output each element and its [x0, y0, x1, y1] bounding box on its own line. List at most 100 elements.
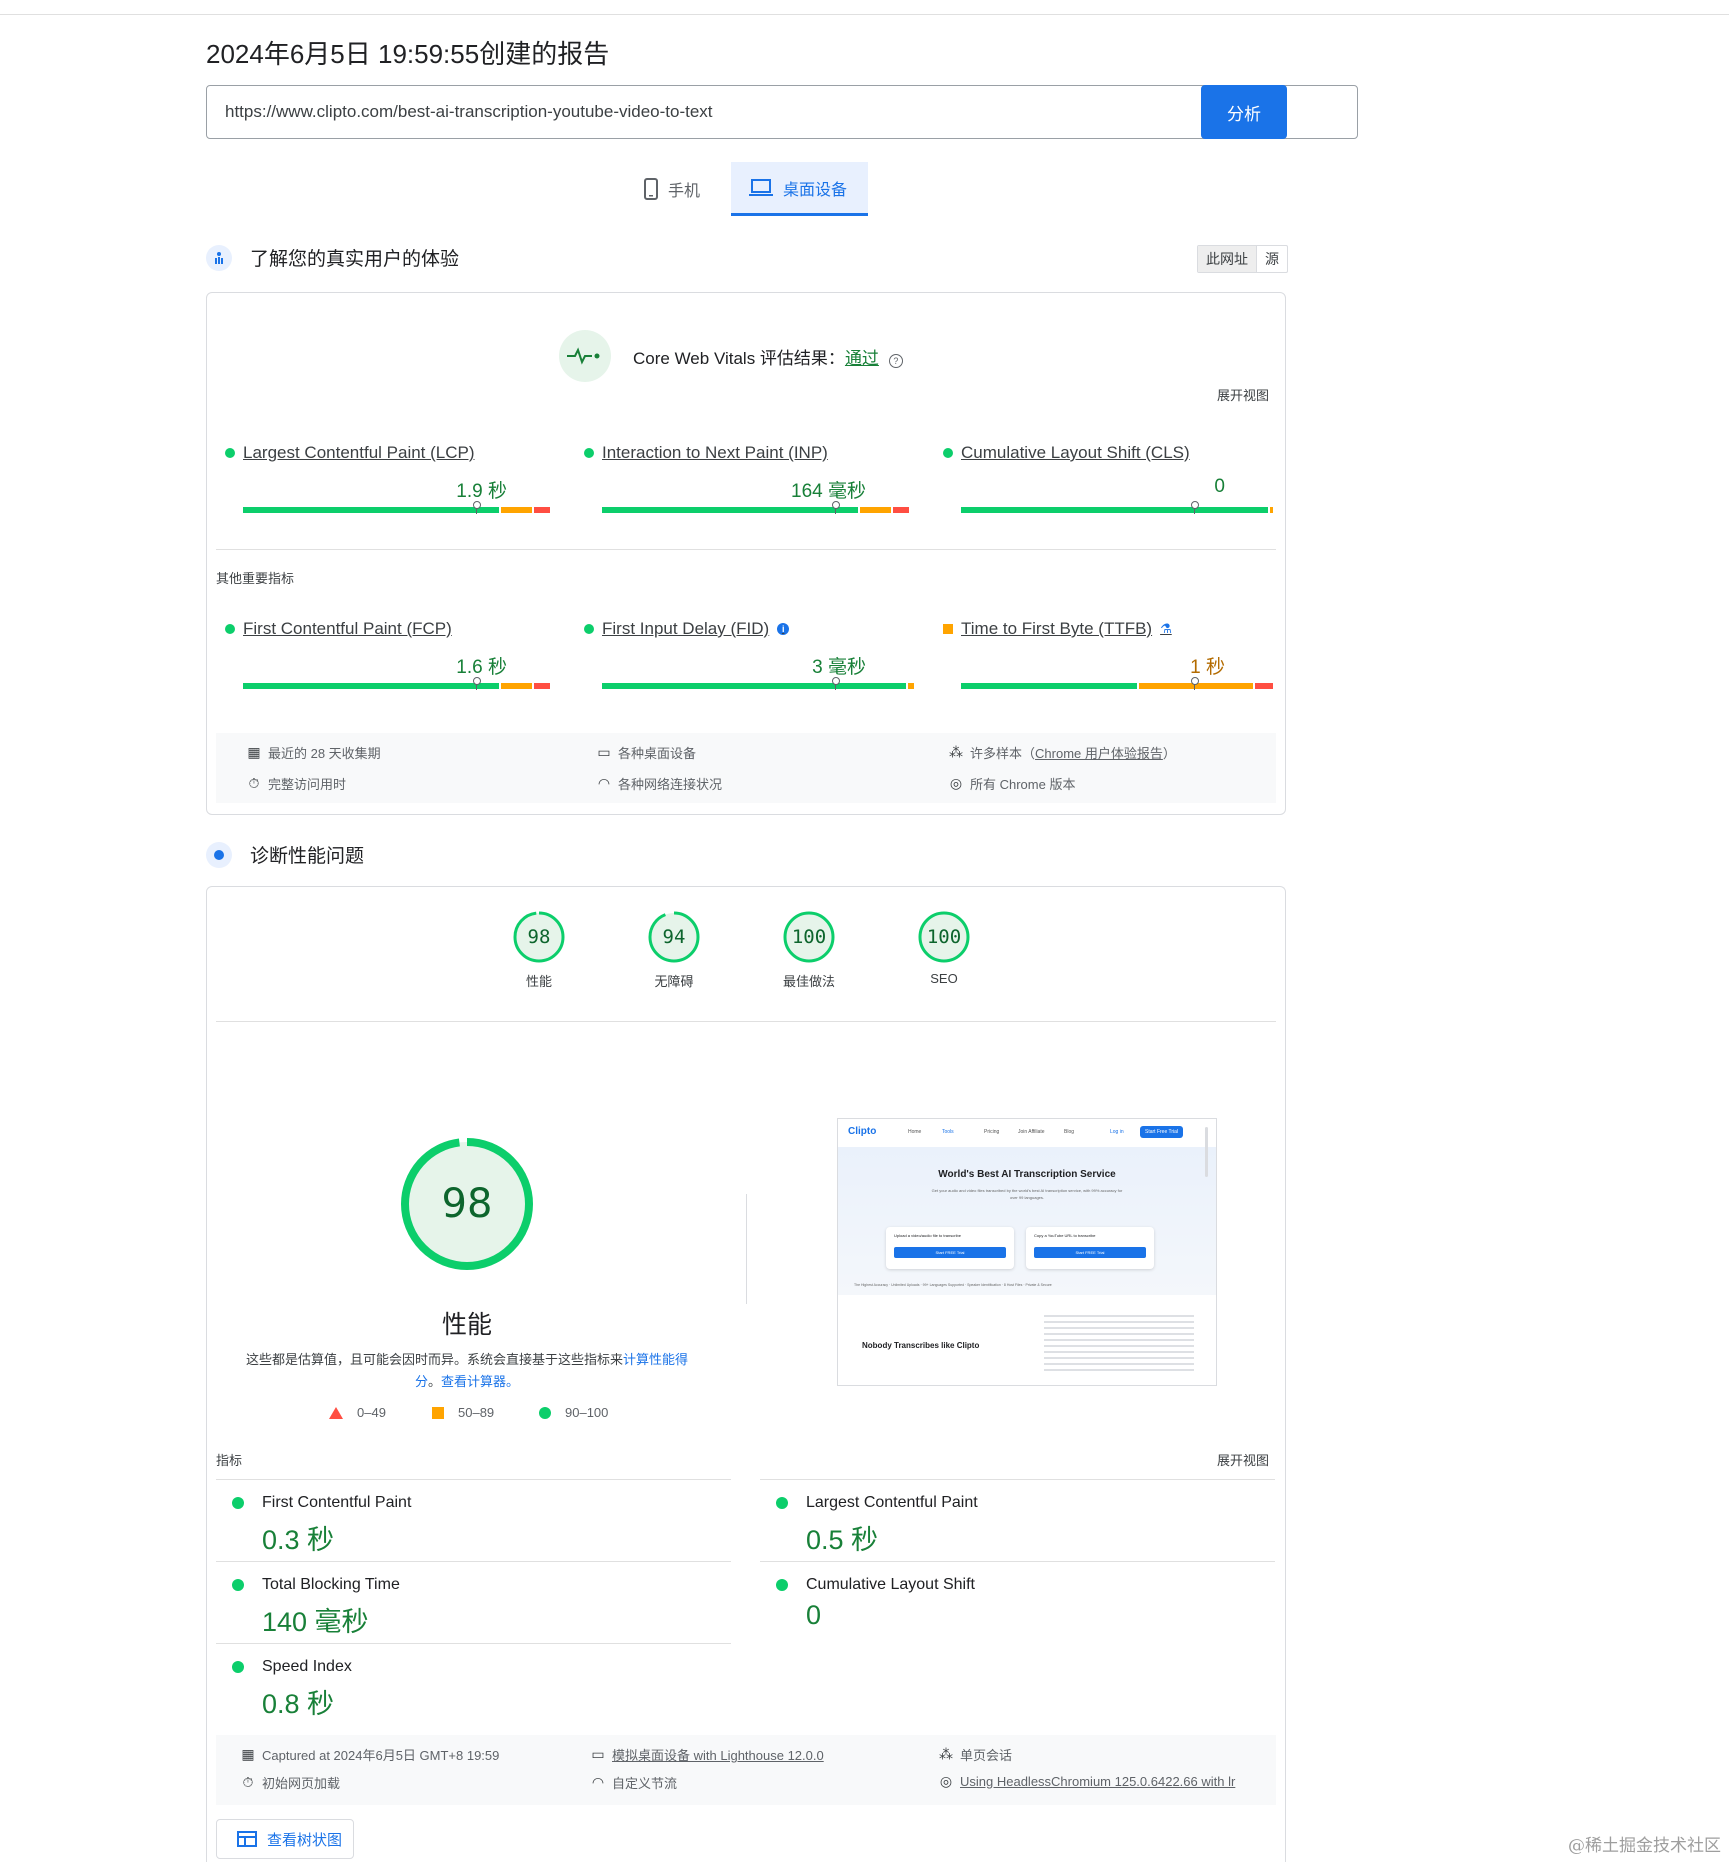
footer-devices: ▭ 各种桌面设备 [596, 743, 696, 762]
crux-link[interactable]: Chrome 用户体验报告 [1035, 746, 1163, 761]
score-gauge-2[interactable]: 100 最佳做法 [779, 911, 839, 990]
lab-metric-name: First Contentful Paint [262, 1494, 412, 1511]
footer-browser-text[interactable]: Using HeadlessChromium 125.0.6422.66 wit… [960, 1774, 1235, 1789]
metric-name[interactable]: Interaction to Next Paint (INP) [602, 443, 828, 463]
cwv-status[interactable]: 通过 [845, 349, 879, 368]
users-icon [206, 244, 232, 271]
shot-hero: World's Best AI Transcription Service Ge… [838, 1147, 1216, 1295]
footer-duration-text: 完整访问用时 [268, 777, 347, 792]
tab-mobile[interactable]: 手机 [644, 162, 724, 216]
score-gauge-0[interactable]: 98 性能 [509, 911, 569, 990]
score-gauge-1[interactable]: 94 无障碍 [644, 911, 704, 990]
shot-youtube-label: Copy a YouTube URL to transcribe [1034, 1233, 1096, 1238]
toggle-this-url[interactable]: 此网址 [1198, 246, 1257, 272]
gauges-divider [216, 1021, 1276, 1022]
metric-name-link[interactable]: Largest Contentful Paint (LCP) [225, 443, 537, 463]
url-input[interactable] [206, 85, 1358, 139]
final-screenshot[interactable]: Clipto Home Tools Pricing Join Affiliate… [837, 1118, 1217, 1386]
footer-emulated-text[interactable]: 模拟桌面设备 with Lighthouse 12.0.0 [612, 1745, 824, 1764]
shot-sub: Get your audio and video files transcrib… [931, 1188, 1123, 1200]
shot-body-text [1044, 1315, 1194, 1375]
good-dot [232, 1497, 244, 1509]
footer-emulated: ▭ 模拟桌面设备 with Lighthouse 12.0.0 [590, 1745, 824, 1764]
shot-nav-home: Home [908, 1129, 922, 1135]
samples-prefix: 许多样本（ [970, 746, 1036, 761]
good-dot [232, 1661, 244, 1673]
lab-expand-view-link[interactable]: 展开视图 [1217, 1450, 1269, 1469]
metric-name-link[interactable]: First Input Delay (FID) i [584, 619, 896, 639]
gauge-ring: 98 [513, 911, 565, 963]
bar-segment [243, 507, 499, 513]
calculator-link[interactable]: 查看计算器。 [441, 1374, 519, 1389]
lab-metric-si: Speed Index 0.8 秒 [216, 1643, 731, 1726]
footer-initial-text: 初始网页加载 [262, 1776, 341, 1791]
metric-name-link[interactable]: Time to First Byte (TTFB) ⚗ [943, 619, 1255, 639]
metric-name-link[interactable]: Cumulative Layout Shift (CLS) [943, 443, 1255, 463]
lab-metric-name: Cumulative Layout Shift [806, 1576, 975, 1593]
expand-view-link[interactable]: 展开视图 [1217, 385, 1269, 404]
circle-icon [539, 1406, 551, 1419]
bar-segment [1269, 507, 1273, 513]
gauge-ring: 100 [783, 911, 835, 963]
stopwatch-icon: ⏱ [248, 775, 260, 791]
distribution-bar [602, 507, 914, 513]
metric-name-link[interactable]: Interaction to Next Paint (INP) [584, 443, 896, 463]
flask-icon[interactable]: ⚗ [1160, 621, 1172, 637]
field_section.other_metrics-metric-0: First Contentful Paint (FCP) 1.6 秒 [225, 619, 550, 690]
shot-nav-tools: Tools [942, 1129, 954, 1135]
samples-icon: ⁂ [949, 744, 963, 760]
legend-poor: 0–49 [329, 1405, 386, 1420]
metrics-label: 指标 [216, 1453, 243, 1468]
field_section.other_metrics-metric-1: First Input Delay (FID) i 3 毫秒 [584, 619, 914, 690]
rating-dot [943, 448, 953, 458]
field-section-title: 了解您的真实用户的体验 [250, 249, 460, 270]
bar-segment [534, 507, 550, 513]
p75-marker [473, 501, 481, 514]
distribution-bar [243, 683, 555, 689]
score-gauge-3[interactable]: 100 SEO [914, 911, 974, 986]
footer-duration: ⏱ 完整访问用时 [246, 774, 346, 793]
metric-name-link[interactable]: First Contentful Paint (FCP) [225, 619, 537, 639]
tab-desktop[interactable]: 桌面设备 [731, 162, 868, 216]
p75-marker [1191, 501, 1199, 514]
distribution-bar [961, 507, 1273, 513]
devices-icon: ▭ [591, 1746, 605, 1762]
perf-desc-text: 这些都是估算值，且可能会因时而异。系统会直接基于这些指标来 [245, 1352, 623, 1367]
footer-browser: ◎ Using HeadlessChromium 125.0.6422.66 wi… [938, 1773, 1258, 1790]
legend-good-text: 90–100 [565, 1405, 609, 1420]
rating-dot [225, 448, 235, 458]
metric-name[interactable]: First Input Delay (FID) [602, 619, 769, 639]
bar-segment [602, 683, 906, 689]
cwv-label: Core Web Vitals 评估结果： [633, 348, 845, 368]
metric-name[interactable]: Time to First Byte (TTFB) [961, 619, 1152, 639]
view-treemap-button[interactable]: 查看树状图 [216, 1819, 354, 1859]
shot-nav-pricing: Pricing [984, 1129, 1000, 1135]
shot-youtube-card: Copy a YouTube URL to transcribe Start F… [1026, 1227, 1154, 1269]
vertical-divider [746, 1194, 747, 1304]
perf-desc-mid: 。 [427, 1374, 441, 1389]
field_section.core_metrics-metric-2: Cumulative Layout Shift (CLS) 0 [943, 443, 1273, 514]
calendar-icon: ▦ [241, 1746, 255, 1762]
info-icon[interactable]: i [777, 623, 790, 635]
bar-segment [243, 683, 499, 689]
metric-name[interactable]: Cumulative Layout Shift (CLS) [961, 443, 1190, 463]
footer-session: ⁂ 单页会话 [938, 1745, 1012, 1764]
shot-btn2: Start FREE Trial [1034, 1247, 1146, 1258]
metric-name[interactable]: First Contentful Paint (FCP) [243, 619, 452, 639]
shot-nav-blog: Blog [1064, 1129, 1075, 1135]
lab-metric-value: 0 [806, 1600, 822, 1630]
help-icon[interactable]: ? [888, 353, 903, 368]
shot-cta: Start Free Trial [1140, 1126, 1184, 1138]
toggle-origin[interactable]: 源 [1257, 246, 1287, 272]
metric-name[interactable]: Largest Contentful Paint (LCP) [243, 443, 475, 463]
rating-dot [584, 448, 594, 458]
source-toggle[interactable]: 此网址 源 [1197, 245, 1288, 273]
rating-dot [225, 624, 235, 634]
p75-marker [832, 677, 840, 690]
gauge-label: 最佳做法 [782, 974, 835, 989]
p75-marker [1191, 677, 1199, 690]
analyze-button[interactable]: 分析 [1201, 85, 1287, 139]
shot-btn1: Start FREE Trial [894, 1247, 1006, 1258]
bar-segment [961, 507, 1268, 513]
lab-metric-tbt: Total Blocking Time 140 毫秒 [216, 1561, 731, 1644]
